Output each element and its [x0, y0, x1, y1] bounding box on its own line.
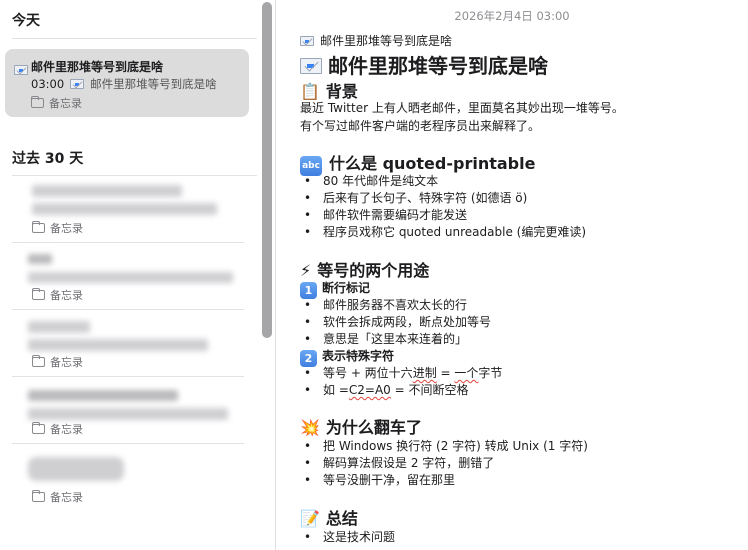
folder-icon [31, 489, 45, 502]
heading-why-it-broke: 💥 为什么翻车了 [300, 414, 422, 438]
title-text: 邮件里那堆等号到底是啥 [328, 54, 548, 78]
list-item: 如 =C2=A0 = 不间断空格 [304, 381, 468, 398]
list-item[interactable]: 备忘录 [12, 177, 244, 243]
note-subtitle: 邮件里那堆等号到底是啥 [300, 32, 452, 49]
list-item: 80 年代邮件是纯文本 [304, 172, 438, 189]
list-item: 程序员戏称它 quoted unreadable (编完更难读) [304, 223, 586, 240]
list-item[interactable]: 备忘录 [12, 378, 244, 444]
note-time: 03:00 [31, 77, 65, 91]
note-folder: 备忘录 [31, 489, 83, 505]
envelope-icon [300, 36, 314, 46]
sidebar-scrollbar[interactable] [262, 2, 272, 338]
folder-label: 备忘录 [50, 356, 83, 369]
list-item[interactable]: 备忘录 [12, 311, 244, 377]
list-item: 邮件软件需要编码才能发送 [304, 206, 467, 223]
heading-text: 为什么翻车了 [325, 418, 422, 437]
note-folder: 备忘录 [31, 354, 83, 370]
blurred-text [32, 203, 217, 215]
envelope-icon [300, 58, 322, 74]
section-divider [12, 38, 257, 39]
list-item[interactable]: 备忘录 [12, 244, 244, 310]
section-divider [12, 175, 257, 176]
folder-label: 备忘录 [50, 289, 83, 302]
list-item: 邮件服务器不喜欢太长的行 [304, 296, 467, 313]
list-item: 后来有了长句子、特殊字符 (如德语 ö) [304, 189, 527, 206]
paragraph: 有个写过邮件客户端的老程序员出来解释了。 [300, 119, 541, 133]
note-item-selected[interactable]: 邮件里那堆等号到底是啥 03:00 邮件里那堆等号到底是啥 备忘录 [5, 49, 249, 117]
blurred-text [28, 408, 228, 420]
folder-icon [31, 287, 45, 300]
collision-icon: 💥 [300, 418, 320, 437]
blurred-text [28, 321, 90, 333]
subheading-text: 表示特殊字符 [322, 349, 395, 363]
notes-sidebar: 今天 邮件里那堆等号到底是啥 03:00 邮件里那堆等号到底是啥 备忘录 过去 3… [0, 0, 261, 550]
note-title: 邮件里那堆等号到底是啥 [31, 60, 164, 74]
folder-label: 备忘录 [50, 423, 83, 436]
list-item: 等号没删干净，留在那里 [304, 471, 455, 488]
list-item: 这是技术问题 [304, 528, 395, 545]
note-date: 2026年2月4日 03:00 [454, 9, 570, 23]
blurred-text [28, 390, 178, 401]
folder-label: 备忘录 [50, 491, 83, 504]
subheading-text: 断行标记 [322, 281, 371, 295]
note-preview: 邮件里那堆等号到底是啥 [90, 77, 217, 91]
folder-icon [31, 354, 45, 367]
blurred-text [28, 272, 233, 283]
heading-text: 等号的两个用途 [317, 261, 430, 280]
heading-two-uses: ⚡ 等号的两个用途 [300, 257, 429, 281]
list-item[interactable]: 备忘录 [12, 445, 244, 511]
note-folder: 备忘录 [31, 220, 83, 236]
section-title-past-30-days: 过去 30 天 [12, 151, 84, 167]
note-folder: 备忘录 [31, 287, 83, 303]
memo-icon: 📝 [300, 509, 320, 528]
subtitle-text: 邮件里那堆等号到底是啥 [320, 34, 453, 48]
list-item: 把 Windows 换行符 (2 字符) 转成 Unix (1 字符) [304, 437, 588, 454]
paragraph: 最近 Twitter 上有人晒老邮件，里面莫名其妙出现一堆等号。 [300, 101, 624, 115]
blurred-text [28, 254, 52, 264]
note-meta: 03:00 邮件里那堆等号到底是啥 [31, 76, 217, 92]
lightning-icon: ⚡ [300, 261, 312, 280]
note-folder: 备忘录 [30, 95, 82, 111]
blurred-text [28, 457, 124, 481]
note-title: 邮件里那堆等号到底是啥 [300, 50, 548, 79]
section-title-today: 今天 [12, 13, 40, 29]
list-item: 解码算法假设是 2 字符，删错了 [304, 454, 494, 471]
blurred-text [32, 185, 182, 197]
envelope-icon [70, 79, 85, 89]
list-item: 意思是「这里本来连着的」 [304, 330, 467, 347]
heading-text: 什么是 quoted-printable [329, 154, 536, 173]
folder-label: 备忘录 [50, 222, 83, 235]
folder-icon [31, 220, 45, 233]
folder-icon [30, 95, 44, 108]
folder-label: 备忘录 [49, 97, 82, 110]
list-item: 软件会拆成两段，断点处加等号 [304, 313, 491, 330]
heading-summary: 📝 总结 [300, 505, 358, 529]
note-folder: 备忘录 [31, 421, 83, 437]
list-item: 等号 + 两位十六进制 = 一个字节 [304, 364, 502, 381]
note-editor[interactable]: 2026年2月4日 03:00 邮件里那堆等号到底是啥 邮件里那堆等号到底是啥 … [276, 0, 748, 550]
folder-icon [31, 421, 45, 434]
heading-text: 总结 [325, 509, 358, 528]
blurred-text [28, 339, 208, 351]
